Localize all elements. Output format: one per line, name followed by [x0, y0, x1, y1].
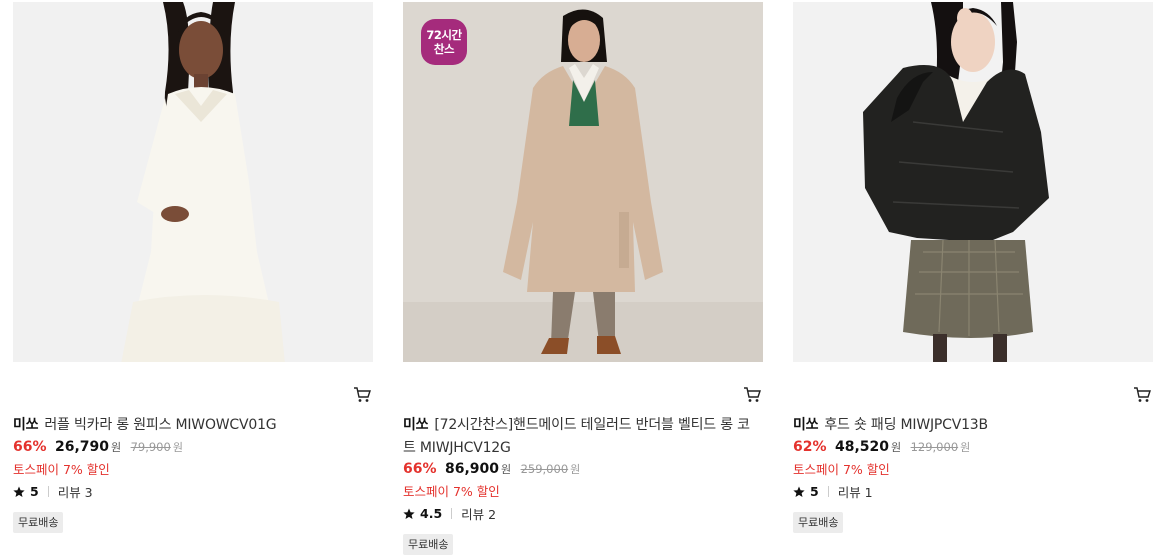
model-black-padding-photo — [793, 2, 1153, 362]
star-icon — [13, 486, 25, 497]
badge-line1: 72시간 — [426, 28, 462, 42]
badge-line2: 찬스 — [433, 42, 455, 56]
rating-value: 5 — [30, 484, 39, 499]
original-currency-label: 원 — [960, 441, 971, 454]
sale-price: 26,790 — [54, 439, 109, 455]
promo-text: 토스페이 7% 할인 — [793, 462, 890, 477]
promo-text: 토스페이 7% 할인 — [13, 462, 110, 477]
promo-badge: 72시간 찬스 — [421, 19, 467, 65]
divider — [451, 508, 453, 519]
promo-text: 토스페이 7% 할인 — [403, 484, 500, 499]
divider — [827, 486, 829, 497]
star-icon — [403, 508, 415, 519]
rating-value: 5 — [810, 484, 819, 499]
free-shipping-badge: 무료배송 — [403, 534, 454, 555]
currency-label: 원 — [501, 463, 512, 476]
review-count: 리뷰 2 — [461, 507, 497, 522]
currency-label: 원 — [891, 441, 902, 454]
product-name: [72시간찬스]핸드메이드 테일러드 반더블 벨티드 롱 코트 MIWJHCV1… — [403, 417, 750, 456]
discount-rate: 66% — [13, 439, 47, 455]
original-currency-label: 원 — [570, 463, 581, 476]
review-count: 리뷰 3 — [57, 485, 93, 500]
review-row: 4.5 리뷰 2 — [403, 504, 496, 523]
product-image[interactable] — [13, 2, 373, 362]
product-name: 후드 숏 패딩 MIWJPCV13B — [824, 417, 988, 433]
original-price: 129,000 — [910, 440, 959, 454]
star-icon — [793, 486, 805, 497]
product-title[interactable]: 미쏘 러플 빅카라 롱 원피스 MIWOWCV01G — [13, 414, 369, 437]
product-title[interactable]: 미쏘 후드 숏 패딩 MIWJPCV13B — [793, 414, 1149, 437]
cart-icon[interactable] — [353, 386, 371, 403]
original-price: 259,000 — [520, 462, 569, 476]
cart-icon[interactable] — [1133, 386, 1151, 403]
sale-price: 86,900 — [444, 461, 499, 477]
review-row: 5 리뷰 3 — [13, 482, 93, 501]
price-row: 66% 26,790 원 79,900 원 — [13, 439, 183, 455]
sale-price: 48,520 — [834, 439, 889, 455]
free-shipping-badge: 무료배송 — [793, 512, 844, 533]
brand-name: 미쏘 — [793, 417, 819, 433]
product-title[interactable]: 미쏘 [72시간찬스]핸드메이드 테일러드 반더블 벨티드 롱 코트 MIWJHC… — [403, 414, 759, 459]
free-shipping-badge: 무료배송 — [13, 512, 64, 533]
cart-icon[interactable] — [743, 386, 761, 403]
product-card[interactable]: 미쏘 러플 빅카라 롱 원피스 MIWOWCV01G 66% 26,790 원 79… — [13, 0, 373, 549]
rating-value: 4.5 — [420, 506, 443, 521]
original-price: 79,900 — [130, 440, 171, 454]
product-image[interactable]: 72시간 찬스 — [403, 2, 763, 362]
discount-rate: 62% — [793, 439, 827, 455]
product-name: 러플 빅카라 롱 원피스 MIWOWCV01G — [44, 417, 277, 433]
review-count: 리뷰 1 — [837, 485, 873, 500]
currency-label: 원 — [111, 441, 122, 454]
discount-rate: 66% — [403, 461, 437, 477]
brand-name: 미쏘 — [13, 417, 39, 433]
product-image[interactable] — [793, 2, 1153, 362]
price-row: 66% 86,900 원 259,000 원 — [403, 461, 580, 477]
product-card[interactable]: 미쏘 후드 숏 패딩 MIWJPCV13B 62% 48,520 원 129,000… — [793, 0, 1153, 549]
price-row: 62% 48,520 원 129,000 원 — [793, 439, 970, 455]
review-row: 5 리뷰 1 — [793, 482, 873, 501]
model-white-dress-photo — [13, 2, 373, 362]
original-currency-label: 원 — [172, 441, 183, 454]
product-card[interactable]: 72시간 찬스 미쏘 [72시간찬스]핸드메이드 테일러드 반더블 벨티드 롱 코… — [403, 0, 763, 555]
brand-name: 미쏘 — [403, 417, 429, 433]
divider — [47, 486, 49, 497]
